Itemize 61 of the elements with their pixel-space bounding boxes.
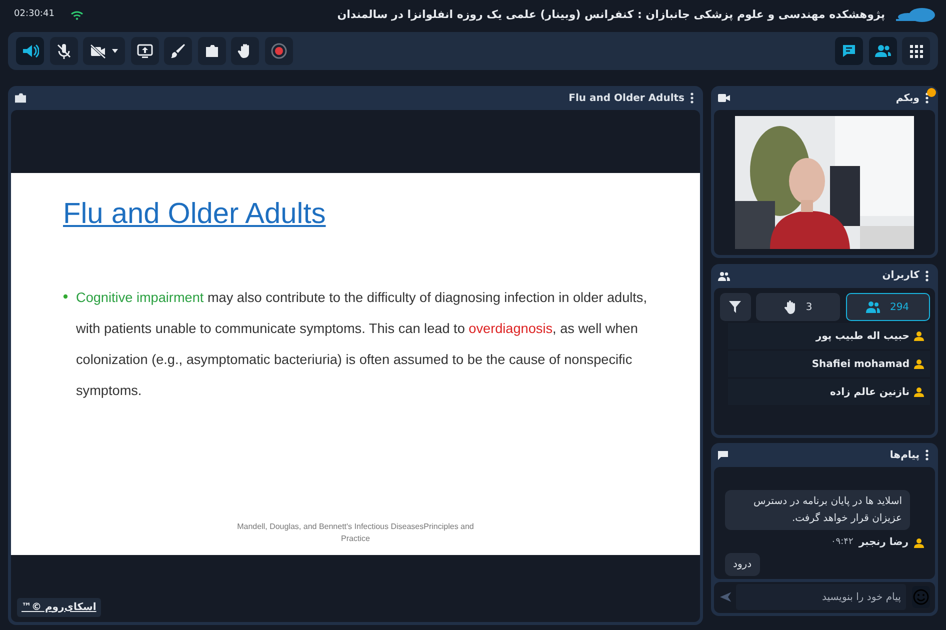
chat-icon <box>840 42 858 60</box>
more-options-icon[interactable] <box>925 270 929 282</box>
participant-row[interactable]: Shafiei mohamad <box>728 351 930 377</box>
speaker-button[interactable] <box>16 37 44 65</box>
brush-icon <box>169 42 187 60</box>
users-button[interactable] <box>868 37 896 65</box>
user-icon <box>914 538 924 548</box>
header-title: پژوهشکده مهندسی و علوم پزشکی جانبازان : کنفرانس (وبینار) علمی یک روزه انفلوانزا در سالمندان <box>337 6 885 23</box>
chat-icon <box>718 450 728 460</box>
message-input[interactable]: پیام خود را بنویسید <box>736 584 906 610</box>
smiley-icon <box>912 589 929 606</box>
message-time: ۰۹:۴۲ <box>830 536 854 549</box>
message-bubble: درود <box>725 553 760 576</box>
files-button[interactable] <box>198 37 226 65</box>
clock-text: 02:30:41 <box>14 8 54 22</box>
users-tab[interactable]: 3 <box>756 293 840 321</box>
slide-heading[interactable]: Flu and Older Adults <box>63 197 648 232</box>
logo-icon <box>896 7 936 23</box>
grid-icon <box>907 42 925 60</box>
users-icon <box>874 42 892 60</box>
participant-row[interactable]: حبیب اله طبیب پور <box>728 323 930 349</box>
microphone-button[interactable] <box>50 37 78 65</box>
apps-button[interactable] <box>902 37 930 65</box>
chat-button[interactable] <box>835 37 863 65</box>
more-options-icon[interactable] <box>925 92 929 104</box>
more-options-icon[interactable] <box>925 449 929 461</box>
user-icon <box>914 331 924 341</box>
users-icon <box>718 270 730 280</box>
panel-title: کاربران <box>882 269 920 283</box>
users-tab[interactable]: 294 <box>846 293 930 321</box>
users-icon <box>866 301 880 313</box>
presentation-title: Flu and Older Adults <box>568 92 684 106</box>
camera-off-icon <box>89 42 107 60</box>
more-options-icon[interactable] <box>690 92 694 104</box>
whiteboard-button[interactable] <box>164 37 192 65</box>
send-icon[interactable] <box>720 591 731 604</box>
speaker-icon <box>21 42 39 60</box>
filter-button[interactable] <box>720 293 750 321</box>
user-icon <box>914 359 924 369</box>
wifi-icon <box>70 10 83 20</box>
message-bubble: اسلاید ها در پایان برنامه در دسترس عزیزان قرار خواهد گرفت. <box>725 490 910 530</box>
camera-button[interactable] <box>83 37 125 65</box>
panel-title: پیام‌ها <box>890 448 920 462</box>
record-icon <box>270 42 288 60</box>
raise-hand-button[interactable] <box>231 37 259 65</box>
user-icon <box>914 387 924 397</box>
share-screen-button[interactable] <box>130 37 158 65</box>
brand-link[interactable]: اسکای‌روم ©™ <box>16 598 102 616</box>
bullet-icon <box>63 294 68 299</box>
slide-footnote: Mandell, Douglas, and Bennett's Infectious DiseasesPrinciples and Practice <box>236 521 475 545</box>
camera-icon <box>718 93 730 103</box>
participant-row[interactable]: نازنین عالم زاده <box>728 379 930 405</box>
raised-hand-icon <box>784 300 796 314</box>
folder-icon <box>15 93 26 103</box>
share-screen-icon <box>136 42 154 60</box>
filter-icon <box>729 301 741 313</box>
panel-title: وبکم <box>896 92 920 106</box>
sender-name: رضا رنجبر <box>858 536 908 550</box>
slide-bullet-text: Cognitive impairment may also contribute to the difficulty of diagnosing infection in older adults, with patients unable to communicate symptoms. This can lead to overdiagnosis, as well when colonization (e.g., asymptomatic bacteriuria) is often assumed to be the cause of nonspecific symptoms. <box>63 282 648 406</box>
microphone-off-icon <box>54 42 72 60</box>
record-button[interactable] <box>264 37 292 65</box>
